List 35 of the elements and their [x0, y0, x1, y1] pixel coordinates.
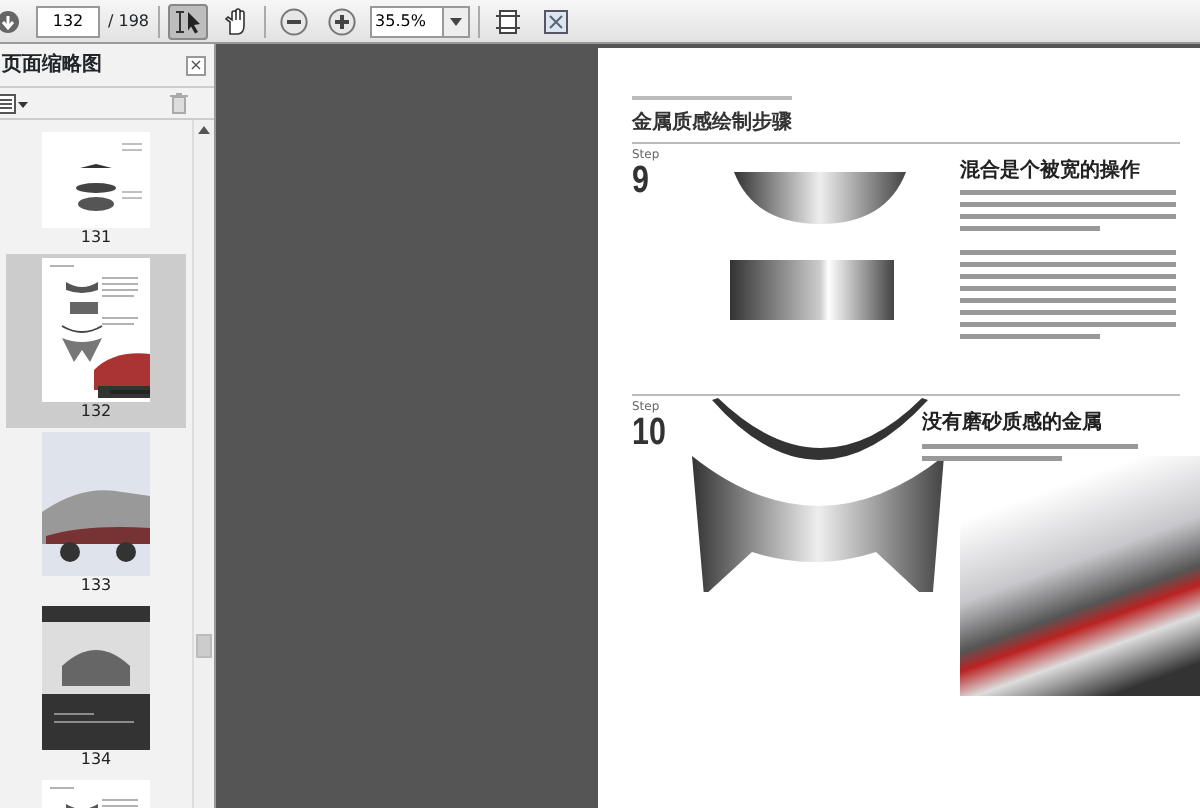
section-heading: 没有磨砂质感的金属 — [922, 412, 1104, 434]
text-select-icon — [171, 7, 204, 35]
page-title: 金属质感绘制步骤 — [632, 112, 794, 136]
select-tool-button[interactable] — [167, 3, 208, 39]
step-number: 10 — [632, 414, 668, 454]
options-button[interactable] — [0, 89, 32, 117]
page-number-label: 131 — [80, 228, 112, 248]
scrollbar-thumb[interactable] — [195, 634, 211, 658]
caret-icon — [449, 17, 462, 25]
step-number: 9 — [632, 162, 649, 202]
page-thumbnail[interactable] — [42, 258, 150, 402]
minus-icon — [279, 7, 308, 35]
scroll-up-icon[interactable] — [197, 126, 209, 134]
page-number-label: 133 — [80, 576, 112, 596]
fit-page-icon — [493, 7, 522, 35]
page-number-label: 132 — [80, 402, 112, 422]
trash-icon — [169, 92, 187, 114]
hand-icon — [221, 7, 250, 35]
zoom-field[interactable]: 35.5% — [369, 5, 442, 37]
page-thumbnail[interactable] — [42, 132, 150, 228]
arrow-down-icon — [0, 9, 20, 33]
zoom-dropdown-button[interactable] — [441, 5, 470, 37]
options-icon — [0, 93, 28, 113]
selected-thumbnail[interactable]: 132 — [6, 254, 186, 428]
page-total: / 198 — [108, 9, 150, 33]
plus-icon — [327, 7, 356, 35]
panel-title: 页面缩略图 — [2, 51, 102, 80]
expand-icon — [541, 7, 570, 35]
page-thumbnail[interactable] — [42, 606, 150, 750]
page-number-field[interactable]: 132 — [36, 5, 100, 37]
scrollbar[interactable] — [192, 120, 212, 808]
page-thumbnail[interactable] — [42, 432, 150, 576]
section-heading: 混合是个被宽的操作 — [960, 160, 1142, 182]
page-number-label: 134 — [80, 750, 112, 770]
close-button[interactable]: × — [186, 55, 206, 75]
